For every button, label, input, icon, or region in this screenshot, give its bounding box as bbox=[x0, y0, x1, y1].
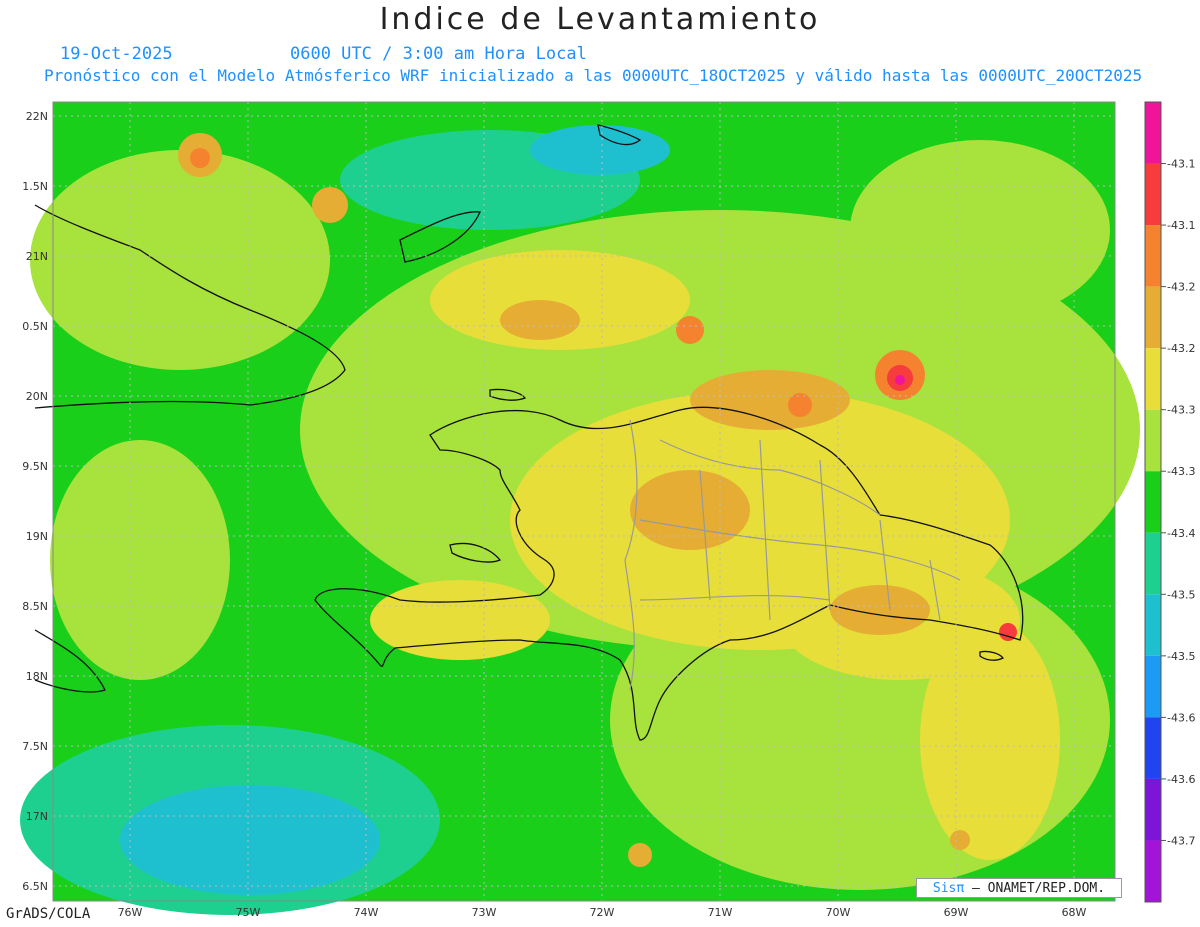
credit-box: Sisπ – ONAMET/REP.DOM. bbox=[916, 878, 1122, 898]
lon-label: 75W bbox=[236, 906, 261, 919]
lat-label: 1.5N bbox=[22, 180, 48, 193]
lat-label: 18N bbox=[26, 670, 48, 683]
colorbar: -43.1 -43.1 -43.2 -43.2 -43.3 -43.3 -43.4 -43.5… bbox=[1144, 101, 1195, 903]
colorbar-label: -43.6 bbox=[1167, 711, 1195, 724]
cooler-zone bbox=[120, 785, 380, 895]
lat-label: 20N bbox=[26, 390, 48, 403]
colorbar-label: -43.5 bbox=[1167, 650, 1195, 663]
colorbar-label: -43.3 bbox=[1167, 404, 1195, 417]
high-zone bbox=[628, 843, 652, 867]
lon-label: 73W bbox=[472, 906, 497, 919]
colorbar-label: -43.1 bbox=[1167, 219, 1195, 232]
hot-zone bbox=[190, 148, 210, 168]
colorbar-swatch bbox=[1145, 840, 1161, 902]
colorbar-swatch bbox=[1145, 348, 1161, 410]
lat-label: 8.5N bbox=[22, 600, 48, 613]
low-zone bbox=[50, 440, 230, 680]
colorbar-swatch bbox=[1145, 594, 1161, 656]
colorbar-swatch bbox=[1145, 655, 1161, 718]
lat-label: 7.5N bbox=[22, 740, 48, 753]
colorbar-label: -43.6 bbox=[1167, 773, 1195, 786]
colorbar-label: -43.1 bbox=[1167, 158, 1195, 171]
colorbar-label: -43.3 bbox=[1167, 465, 1195, 478]
map-field bbox=[20, 102, 1140, 915]
colorbar-swatch bbox=[1145, 163, 1161, 226]
software-label: GrADS/COLA bbox=[6, 906, 91, 922]
colorbar-swatch bbox=[1145, 532, 1161, 595]
lon-label: 76W bbox=[118, 906, 143, 919]
credit-text: – ONAMET/REP.DOM. bbox=[972, 881, 1106, 896]
peak-zone bbox=[895, 375, 905, 385]
colorbar-label: -43.4 bbox=[1167, 527, 1195, 540]
low-zone bbox=[850, 140, 1110, 320]
high-zone bbox=[312, 187, 348, 223]
lat-label: 17N bbox=[26, 810, 48, 823]
low-zone bbox=[30, 150, 330, 370]
mid-zone bbox=[920, 620, 1060, 860]
lon-label: 68W bbox=[1062, 906, 1087, 919]
colorbar-label: -43.2 bbox=[1167, 342, 1195, 355]
colorbar-swatch bbox=[1145, 778, 1161, 841]
colorbar-label: -43.5 bbox=[1167, 588, 1195, 601]
colorbar-swatch bbox=[1145, 225, 1161, 287]
colorbar-swatch bbox=[1145, 286, 1161, 349]
lon-label: 70W bbox=[826, 906, 851, 919]
lon-label: 69W bbox=[944, 906, 969, 919]
colorbar-label: -43.7 bbox=[1167, 834, 1195, 847]
high-zone bbox=[630, 470, 750, 550]
colorbar-swatch bbox=[1145, 409, 1161, 472]
colorbar-swatch bbox=[1145, 717, 1161, 779]
hot-zone bbox=[676, 316, 704, 344]
hot-zone bbox=[788, 393, 812, 417]
lat-label: 6.5N bbox=[22, 880, 48, 893]
lon-label: 71W bbox=[708, 906, 733, 919]
lat-label: 0.5N bbox=[22, 320, 48, 333]
lon-label: 74W bbox=[354, 906, 379, 919]
lat-label: 22N bbox=[26, 110, 48, 123]
colorbar-label: -43.2 bbox=[1167, 281, 1195, 294]
lon-label: 72W bbox=[590, 906, 615, 919]
credit-brand: Sisπ bbox=[932, 881, 965, 896]
lat-label: 19N bbox=[26, 530, 48, 543]
lat-label: 21N bbox=[26, 250, 48, 263]
colorbar-swatch bbox=[1145, 102, 1161, 164]
colorbar-swatch bbox=[1145, 471, 1161, 533]
high-zone bbox=[830, 585, 930, 635]
high-zone bbox=[500, 300, 580, 340]
high-zone bbox=[950, 830, 970, 850]
lat-label: 9.5N bbox=[22, 460, 48, 473]
lifted-index-map: 22N 1.5N 21N 0.5N 20N 9.5N 19N 8.5N 18N … bbox=[20, 101, 1195, 919]
